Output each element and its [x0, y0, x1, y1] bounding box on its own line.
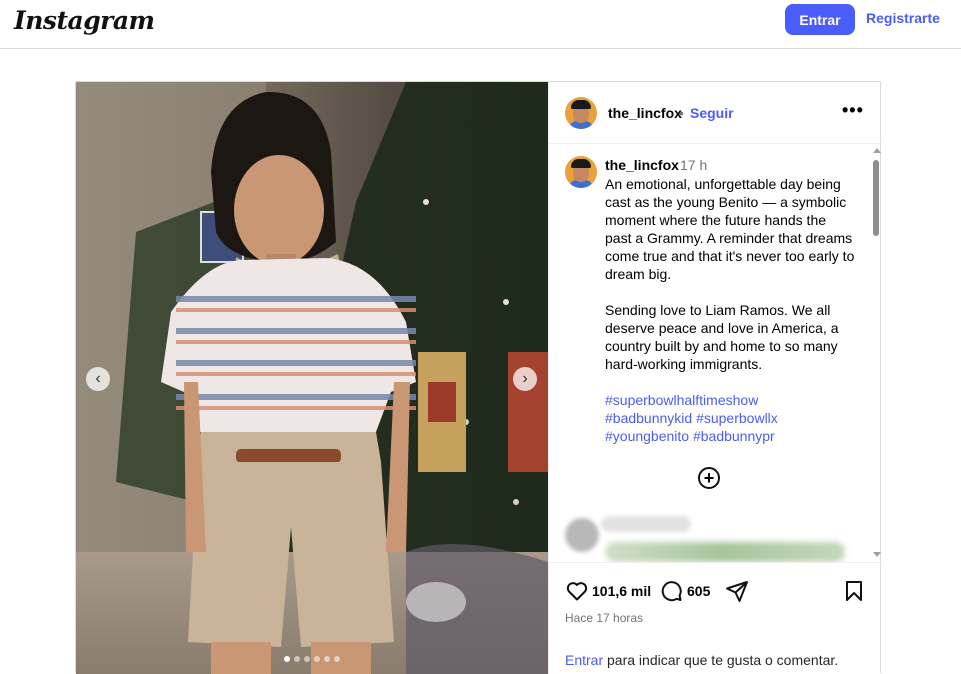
caption-username[interactable]: the_lincfox — [605, 157, 679, 173]
login-link[interactable]: Entrar — [565, 652, 603, 668]
top-bar: Instagram Entrar Registrarte — [0, 0, 961, 49]
more-options-icon[interactable]: ••• — [842, 100, 864, 121]
scroll-thumb[interactable] — [873, 160, 879, 236]
caption-text: An emotional, unforgettable day being ca… — [605, 175, 855, 445]
carousel-dot — [304, 656, 310, 662]
post-photo — [76, 82, 548, 674]
post-header: the_lincfox • Seguir ••• — [549, 82, 882, 144]
hashtag-link[interactable]: #badbunnykid #superbowllx — [605, 409, 855, 427]
carousel-dot — [284, 656, 290, 662]
carousel-dot — [334, 656, 340, 662]
caption-avatar[interactable] — [565, 156, 597, 188]
scroll-up-arrow[interactable] — [873, 148, 881, 153]
carousel-dots — [284, 656, 340, 662]
post-username[interactable]: the_lincfox — [608, 105, 682, 121]
likes-count[interactable]: 101,6 mil — [592, 583, 651, 599]
avatar[interactable] — [565, 97, 597, 129]
chevron-right-icon[interactable]: › — [513, 367, 537, 391]
post-container: ‹ › the_lincfox • Seguir ••• the_lincfox — [75, 81, 882, 674]
post-actions: 101,6 mil 605 Hace 17 horas Entrar para … — [549, 562, 882, 674]
comment-icon[interactable] — [659, 579, 683, 603]
scrollbar[interactable] — [870, 144, 882, 562]
heart-icon[interactable] — [565, 579, 589, 603]
login-prompt: Entrar para indicar que te gusta o comen… — [565, 652, 838, 668]
separator: • — [679, 105, 684, 121]
chevron-left-icon[interactable]: ‹ — [86, 367, 110, 391]
login-prompt-text: para indicar que te gusta o comentar. — [603, 652, 839, 668]
comment-text-blurred — [605, 542, 845, 562]
follow-button[interactable]: Seguir — [690, 105, 734, 121]
carousel-dot — [314, 656, 320, 662]
post-media[interactable]: ‹ › — [76, 82, 548, 674]
plus-circle-icon[interactable]: + — [698, 467, 720, 489]
bookmark-icon[interactable] — [842, 579, 866, 603]
caption-time[interactable]: 17 h — [680, 157, 707, 173]
hashtag-link[interactable]: #youngbenito #badbunnypr — [605, 427, 855, 445]
caption-paragraph: Sending love to Liam Ramos. We all deser… — [605, 302, 839, 372]
hashtag-link[interactable]: #superbowlhalftimeshow — [605, 391, 855, 409]
comment-username-blurred — [601, 516, 691, 532]
comment-avatar — [565, 518, 599, 552]
carousel-dot — [294, 656, 300, 662]
scroll-down-arrow[interactable] — [873, 552, 881, 557]
comments-count: 605 — [687, 583, 711, 599]
caption-hashtags: #superbowlhalftimeshow #badbunnykid #sup… — [605, 391, 855, 445]
share-icon[interactable] — [725, 579, 749, 603]
carousel-dot — [324, 656, 330, 662]
post-time-ago[interactable]: Hace 17 horas — [565, 611, 643, 625]
caption-paragraph: An emotional, unforgettable day being ca… — [605, 176, 855, 282]
signup-link[interactable]: Registrarte — [866, 10, 940, 26]
login-button[interactable]: Entrar — [785, 4, 855, 35]
instagram-logo[interactable]: Instagram — [14, 6, 155, 35]
post-sidebar: the_lincfox • Seguir ••• the_lincfox 17 … — [548, 82, 882, 674]
comments-section[interactable]: the_lincfox 17 h An emotional, unforgett… — [549, 144, 882, 562]
